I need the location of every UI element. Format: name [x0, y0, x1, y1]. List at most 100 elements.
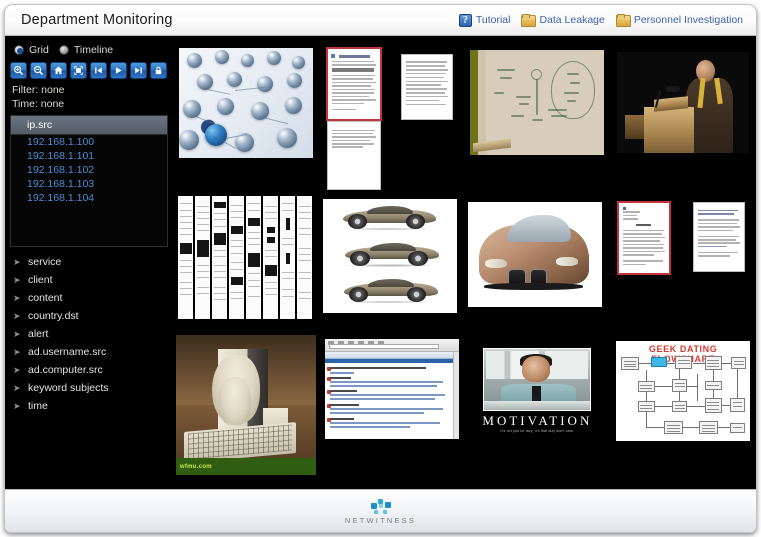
grid-cell[interactable]	[173, 194, 318, 329]
sidebar-toolbar	[5, 60, 173, 83]
chevron-right-icon: ➤	[13, 346, 21, 357]
header-link-personnel-investigation[interactable]: Personnel Investigation	[613, 10, 746, 30]
grid-cell[interactable]	[610, 42, 756, 190]
meta-key-alert[interactable]: ➤ alert	[9, 325, 173, 343]
thumb-document-page-2[interactable]	[327, 120, 382, 190]
help-question-icon: ?	[458, 13, 472, 27]
meta-value-item[interactable]: 192.168.1.104	[11, 191, 167, 205]
meta-key-time[interactable]: ➤ time	[9, 397, 173, 415]
thumbnail-grid[interactable]: wfmu.com MOTIVATION It's not just for la…	[173, 36, 756, 489]
grid-cell[interactable]: wfmu.com	[173, 333, 319, 483]
meta-key-label: alert	[28, 328, 49, 340]
thumb-browser-screenshot[interactable]	[324, 339, 459, 439]
chevron-right-icon: ➤	[13, 364, 21, 375]
thumb-document-page-4[interactable]	[617, 201, 672, 275]
meta-key-keyword-subjects[interactable]: ➤ keyword subjects	[9, 379, 173, 397]
meta-key-service[interactable]: ➤ service	[9, 253, 173, 271]
grid-cell[interactable]: GEEK DATING FLOWCHART	[610, 333, 756, 483]
grid-cell[interactable]	[318, 194, 463, 329]
header-link-data-leakage[interactable]: Data Leakage	[518, 10, 607, 30]
grid-cell[interactable]	[319, 42, 390, 190]
header-link-label: Data Leakage	[539, 14, 605, 26]
meta-key-label: service	[28, 256, 62, 268]
filter-status: Filter: none	[12, 84, 65, 96]
meta-value-item[interactable]: 192.168.1.101	[11, 149, 167, 163]
grid-row	[173, 194, 756, 329]
meta-value-item[interactable]: 192.168.1.103	[11, 177, 167, 191]
chevron-right-icon: ➤	[13, 256, 21, 267]
header-link-label: Personnel Investigation	[633, 14, 743, 26]
meta-key-country-dst[interactable]: ➤ country.dst	[9, 307, 173, 325]
chevron-right-icon: ➤	[13, 382, 21, 393]
grid-cell[interactable]	[682, 194, 756, 329]
footer-brand-bar: NETWITNESS	[5, 489, 756, 532]
folder-icon	[521, 14, 537, 27]
meta-key-label: ad.computer.src	[28, 364, 103, 376]
page-title: Department Monitoring	[21, 12, 173, 28]
view-mode-timeline-label: Timeline	[73, 44, 114, 56]
skip-next-icon[interactable]	[130, 62, 147, 79]
grid-cell[interactable]	[319, 333, 465, 483]
grid-cell[interactable]: MOTIVATION It's not just for lazy, it's …	[465, 333, 611, 483]
meta-key-label: content	[28, 292, 63, 304]
meta-value-item[interactable]: 192.168.1.102	[11, 163, 167, 177]
title-bar: Department Monitoring ? Tutorial Data Le…	[5, 5, 756, 36]
chevron-right-icon: ➤	[13, 292, 21, 303]
meta-key-label: client	[28, 274, 53, 286]
thumb-speaker-podium-photo[interactable]	[617, 52, 750, 153]
zoom-out-icon[interactable]	[30, 62, 47, 79]
chevron-right-icon: ➤	[13, 310, 21, 321]
thumb-document-page-5[interactable]	[692, 202, 745, 272]
application-window: Department Monitoring ? Tutorial Data Le…	[4, 4, 757, 533]
poster-subtitle: It's not just for lazy, it's that lazy d…	[500, 429, 575, 433]
play-icon[interactable]	[110, 62, 127, 79]
thumb-whiteboard-photo[interactable]	[470, 50, 605, 155]
meta-key-ad-computer-src[interactable]: ➤ ad.computer.src	[9, 361, 173, 379]
view-mode-timeline[interactable]: Timeline	[58, 44, 114, 56]
fit-screen-icon[interactable]	[70, 62, 87, 79]
thumb-network-molecules[interactable]	[178, 48, 313, 158]
thumb-document-page-3[interactable]	[401, 54, 454, 120]
grid-row	[173, 42, 756, 190]
meta-key-label: ad.username.src	[28, 346, 107, 358]
thumb-melted-computer-photo[interactable]: wfmu.com	[175, 335, 316, 475]
meta-key-content[interactable]: ➤ content	[9, 289, 173, 307]
header-links: ? Tutorial Data Leakage Personnel Invest…	[456, 5, 746, 35]
header-link-tutorial[interactable]: ? Tutorial	[456, 10, 514, 30]
meta-key-list: ➤ service ➤ client ➤ content ➤ country.d…	[5, 253, 173, 415]
grid-row: wfmu.com MOTIVATION It's not just for la…	[173, 333, 756, 483]
meta-key-client[interactable]: ➤ client	[9, 271, 173, 289]
meta-key-ip-src[interactable]: ip.src	[11, 116, 167, 135]
meta-key-label: time	[28, 400, 48, 412]
grid-cell[interactable]	[390, 42, 465, 190]
view-mode-grid-label: Grid	[29, 44, 49, 56]
chevron-right-icon: ➤	[13, 274, 21, 285]
grid-cell[interactable]	[463, 194, 608, 329]
chevron-right-icon: ➤	[13, 400, 21, 411]
folder-icon	[615, 14, 631, 27]
sidebar: Grid Timeline Filter: none Time: none ip…	[5, 36, 173, 489]
skip-previous-icon[interactable]	[90, 62, 107, 79]
thumb-document-page-1[interactable]	[326, 47, 383, 121]
thumb-multicolumn-scan[interactable]	[178, 196, 313, 319]
image-watermark: wfmu.com	[175, 458, 316, 475]
thumb-car-front-render[interactable]	[467, 202, 602, 307]
chevron-right-icon: ➤	[13, 328, 21, 339]
grid-cell[interactable]	[173, 42, 319, 190]
thumb-motivation-poster[interactable]: MOTIVATION It's not just for lazy, it's …	[471, 341, 604, 441]
thumb-car-side-sketches[interactable]	[323, 199, 458, 313]
home-icon[interactable]	[50, 62, 67, 79]
lock-icon[interactable]	[150, 62, 167, 79]
meta-value-item[interactable]: 192.168.1.100	[11, 135, 167, 149]
radio-selected-icon	[14, 45, 24, 55]
meta-value-panel: ip.src 192.168.1.100 192.168.1.101 192.1…	[10, 115, 168, 247]
meta-key-label: keyword subjects	[28, 382, 109, 394]
thumb-geek-dating-flowchart[interactable]: GEEK DATING FLOWCHART	[616, 341, 751, 441]
grid-cell[interactable]	[465, 42, 611, 190]
meta-key-ad-username-src[interactable]: ➤ ad.username.src	[9, 343, 173, 361]
application-body: Grid Timeline Filter: none Time: none ip…	[5, 36, 756, 489]
radio-unselected-icon	[58, 45, 69, 55]
zoom-in-icon[interactable]	[10, 62, 27, 79]
view-mode-grid[interactable]: Grid	[14, 44, 49, 56]
grid-cell[interactable]	[607, 194, 681, 329]
